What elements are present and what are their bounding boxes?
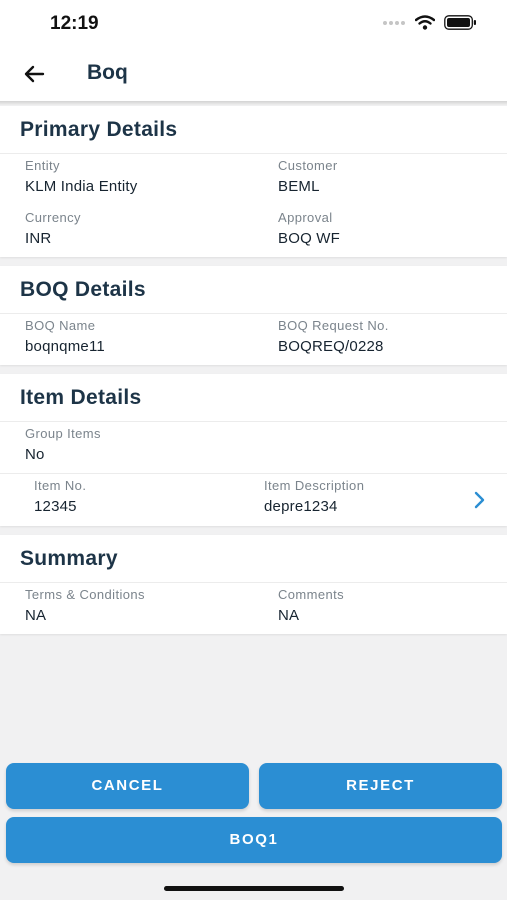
summary-title: Summary (20, 547, 118, 570)
boq-details-title: BOQ Details (20, 278, 146, 301)
card-divider (0, 153, 507, 154)
reject-button[interactable]: REJECT (259, 763, 502, 809)
entity-label: Entity (25, 158, 60, 173)
terms-label: Terms & Conditions (25, 587, 145, 602)
card-divider (0, 582, 507, 583)
terms-value: NA (25, 607, 47, 624)
approval-value: BOQ WF (278, 230, 341, 247)
status-icons (382, 15, 477, 30)
status-time: 12:19 (50, 13, 99, 34)
comments-label: Comments (278, 587, 345, 602)
signal-icon (383, 20, 405, 25)
boq-request-label: BOQ Request No. (278, 318, 389, 333)
entity-value: KLM India Entity (25, 178, 138, 195)
group-items-label: Group Items (25, 426, 101, 441)
status-bar: 12:19 (0, 0, 507, 48)
primary-details-card: Primary Details Entity KLM India Entity … (0, 106, 507, 257)
home-indicator (164, 886, 344, 891)
back-button[interactable] (18, 60, 50, 88)
battery-icon (444, 15, 476, 30)
customer-value: BEML (278, 178, 320, 195)
app-header: Boq (0, 48, 507, 101)
boq-name-value: boqnqme11 (25, 338, 105, 355)
customer-label: Customer (278, 158, 338, 173)
item-details-title: Item Details (20, 386, 142, 409)
wifi-icon (415, 15, 435, 30)
currency-label: Currency (25, 210, 81, 225)
page-title: Boq (87, 61, 128, 84)
cancel-button[interactable]: CANCEL (6, 763, 249, 809)
boq-request-value: BOQREQ/0228 (278, 338, 384, 355)
primary-details-title: Primary Details (20, 118, 178, 141)
item-no-value: 12345 (34, 498, 77, 515)
currency-value: INR (25, 230, 52, 247)
summary-card: Summary Terms & Conditions NA Comments N… (0, 535, 507, 634)
boq1-button[interactable]: BOQ1 (6, 817, 502, 863)
item-row[interactable]: Item No. 12345 Item Description depre123… (0, 474, 507, 526)
item-details-card: Item Details Group Items No Item No. 123… (0, 374, 507, 526)
group-items-value: No (25, 446, 45, 463)
arrow-left-icon (24, 65, 45, 83)
item-no-label: Item No. (34, 478, 87, 493)
chevron-right-icon[interactable] (469, 488, 489, 512)
item-description-value: depre1234 (264, 498, 338, 515)
comments-value: NA (278, 607, 300, 624)
item-description-label: Item Description (264, 478, 365, 493)
header-divider (0, 101, 507, 105)
card-divider (0, 313, 507, 314)
approval-label: Approval (278, 210, 333, 225)
boq-details-card: BOQ Details BOQ Name boqnqme11 BOQ Reque… (0, 266, 507, 365)
boq-name-label: BOQ Name (25, 318, 96, 333)
card-divider (0, 421, 507, 422)
